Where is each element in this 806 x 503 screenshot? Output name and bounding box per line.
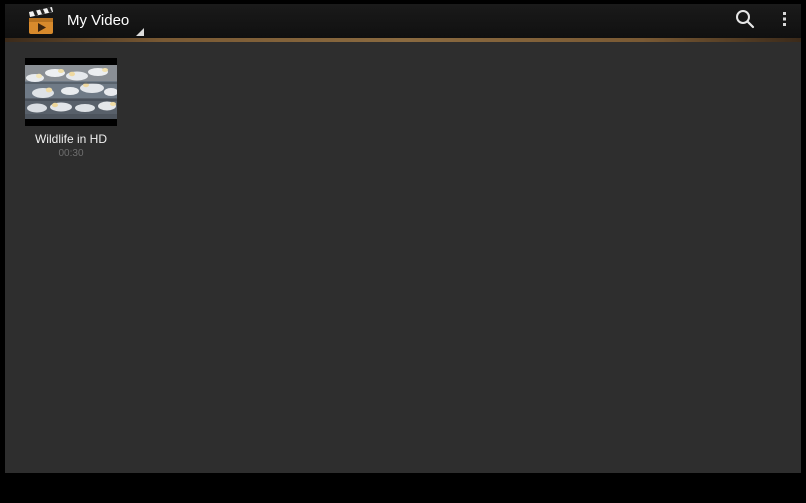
app-title[interactable]: My Video: [67, 12, 129, 30]
video-item[interactable]: Wildlife in HD 00:30: [21, 58, 121, 166]
video-clapperboard-icon[interactable]: [25, 6, 57, 36]
overflow-menu-icon: [782, 11, 788, 32]
video-duration: 00:30: [58, 148, 84, 159]
search-icon: [735, 9, 755, 34]
video-title: Wildlife in HD: [34, 132, 107, 146]
video-grid: Wildlife in HD 00:30: [5, 42, 801, 473]
overflow-menu-button[interactable]: [775, 8, 795, 34]
device-frame: My Video Wildlife in HD 00:30: [0, 0, 806, 503]
dropdown-indicator-icon[interactable]: [136, 23, 144, 36]
app-screen: My Video Wildlife in HD 00:30: [5, 4, 801, 473]
action-bar: My Video: [5, 4, 801, 38]
search-button[interactable]: [733, 8, 757, 34]
video-thumbnail[interactable]: [25, 58, 117, 126]
